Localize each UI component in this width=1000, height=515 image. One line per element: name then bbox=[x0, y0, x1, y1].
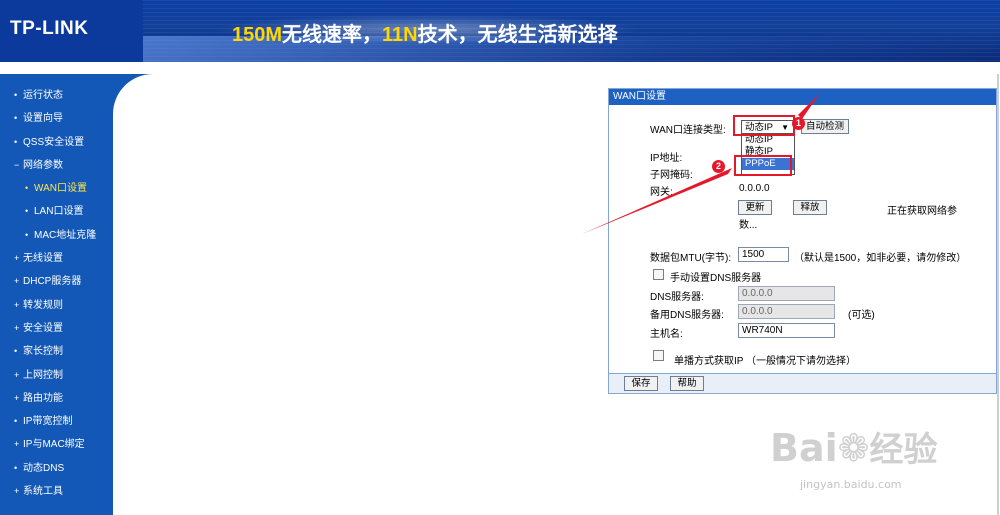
sidebar-item-access-control[interactable]: + 上网控制 bbox=[0, 364, 113, 387]
dns-input[interactable]: 0.0.0.0 bbox=[738, 286, 835, 301]
sidebar-item-ddns[interactable]: • 动态DNS bbox=[0, 457, 113, 480]
baidu-watermark: Bai❁经验 bbox=[770, 426, 938, 470]
sidebar-item-routing[interactable]: + 路由功能 bbox=[0, 387, 113, 410]
slogan: 150M无线速率，11N技术，无线生活新选择 bbox=[232, 24, 618, 46]
badge-2: 2 bbox=[712, 160, 725, 173]
sidebar-item-qss[interactable]: • QSS安全设置 bbox=[0, 131, 113, 154]
release-button[interactable]: 释放 bbox=[793, 200, 827, 215]
sidebar-item-ip-mac-binding[interactable]: + IP与MAC绑定 bbox=[0, 433, 113, 456]
gateway-label: 网关: bbox=[650, 187, 673, 198]
sidebar-item-wireless[interactable]: + 无线设置 bbox=[0, 247, 113, 270]
sidebar-item-wan[interactable]: • WAN口设置 bbox=[0, 177, 113, 200]
hostname-label: 主机名: bbox=[650, 329, 683, 340]
gateway-value: 0.0.0.0 bbox=[739, 183, 770, 194]
annotation-box-2 bbox=[734, 155, 792, 176]
mtu-label: 数据包MTU(字节): bbox=[650, 253, 732, 264]
sidebar-item-forwarding[interactable]: + 转发规则 bbox=[0, 294, 113, 317]
dns2-label: 备用DNS服务器: bbox=[650, 310, 724, 321]
paw-icon: ❁ bbox=[837, 426, 870, 470]
badge-1: 1 bbox=[792, 117, 805, 130]
ip-label: IP地址: bbox=[650, 153, 683, 164]
sidebar-item-mac-clone[interactable]: • MAC地址克隆 bbox=[0, 224, 113, 247]
sidebar-item-system-tools[interactable]: + 系统工具 bbox=[0, 480, 113, 503]
panel-footer bbox=[609, 373, 996, 393]
help-button[interactable]: 帮助 bbox=[670, 376, 704, 391]
renew-button[interactable]: 更新 bbox=[738, 200, 772, 215]
sidebar-item-wizard[interactable]: • 设置向导 bbox=[0, 107, 113, 130]
watermark-url: jingyan.baidu.com bbox=[800, 478, 902, 491]
manual-dns-label: 手动设置DNS服务器 bbox=[670, 273, 762, 284]
auto-detect-button[interactable]: 自动检测 bbox=[801, 119, 850, 134]
sidebar: • 运行状态 • 设置向导 • QSS安全设置 − 网络参数 • WAN口设置 • LAN口… bbox=[0, 74, 113, 515]
sidebar-item-lan[interactable]: • LAN口设置 bbox=[0, 200, 113, 223]
annotation-box-1 bbox=[733, 115, 795, 136]
sidebar-item-parental[interactable]: • 家长控制 bbox=[0, 340, 113, 363]
dns2-hint: (可选) bbox=[848, 310, 875, 321]
manual-dns-checkbox[interactable] bbox=[653, 269, 664, 280]
mask-label: 子网掩码: bbox=[650, 170, 693, 181]
wan-type-label: WAN口连接类型: bbox=[650, 125, 726, 136]
mtu-hint: （默认是1500，如非必要，请勿修改） bbox=[794, 253, 967, 264]
tp-link-logo: TP-LINK bbox=[10, 18, 89, 39]
status-text: 正在获取网络参 bbox=[887, 206, 957, 217]
sidebar-item-network[interactable]: − 网络参数 bbox=[0, 154, 113, 177]
header-banner: TP-LINK 150M无线速率，11N技术，无线生活新选择 bbox=[0, 0, 1000, 62]
sidebar-item-status[interactable]: • 运行状态 bbox=[0, 84, 113, 107]
sidebar-item-dhcp[interactable]: + DHCP服务器 bbox=[0, 270, 113, 293]
dns-label: DNS服务器: bbox=[650, 292, 704, 303]
sidebar-item-bandwidth[interactable]: • IP带宽控制 bbox=[0, 410, 113, 433]
dns2-input[interactable]: 0.0.0.0 bbox=[738, 304, 835, 319]
sidebar-menu: • 运行状态 • 设置向导 • QSS安全设置 − 网络参数 • WAN口设置 • LAN口… bbox=[0, 84, 113, 503]
hostname-input[interactable]: WR740N bbox=[738, 323, 835, 338]
sidebar-item-security[interactable]: + 安全设置 bbox=[0, 317, 113, 340]
unicast-label: 单播方式获取IP （一般情况下请勿选择） bbox=[674, 356, 857, 367]
mtu-input[interactable]: 1500 bbox=[738, 247, 789, 262]
panel-title: WAN口设置 bbox=[609, 89, 996, 105]
status-text-cont: 数... bbox=[739, 220, 758, 231]
save-button[interactable]: 保存 bbox=[624, 376, 658, 391]
unicast-checkbox[interactable] bbox=[653, 350, 664, 361]
logo-area: TP-LINK bbox=[0, 0, 143, 62]
